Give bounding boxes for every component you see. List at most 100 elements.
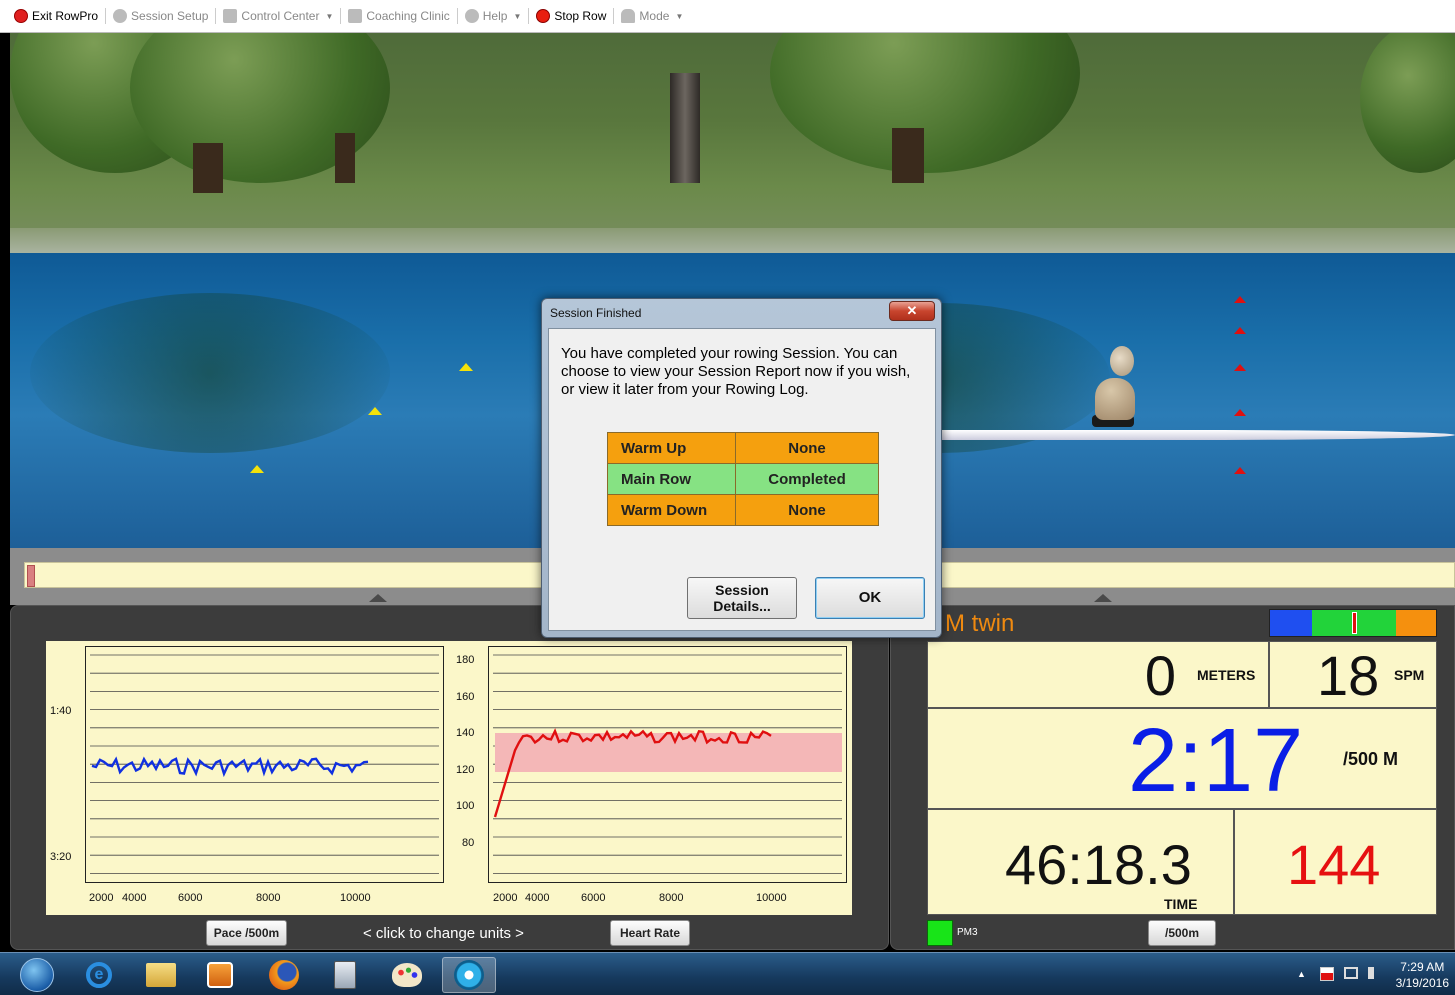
stage-name: Warm Down — [607, 494, 736, 526]
heart-rate-plot-svg — [493, 654, 842, 874]
mode-icon — [621, 9, 636, 23]
pm3-status-indicator — [927, 920, 953, 946]
show-hidden-icons-button[interactable]: ▲ — [1297, 969, 1306, 979]
boat-position-marker — [27, 565, 35, 587]
coaching-clinic-icon — [348, 9, 363, 23]
meters-unit: METERS — [1197, 667, 1256, 683]
hr-y-tick: 160 — [456, 691, 475, 703]
action-center-flag-icon[interactable] — [1320, 967, 1334, 981]
taskbar-rowpro[interactable] — [442, 957, 496, 993]
session-setup-icon — [113, 9, 128, 23]
calculator-icon — [334, 961, 356, 989]
pace-x-tick: 8000 — [256, 892, 281, 904]
pace-x-tick: 6000 — [178, 892, 203, 904]
control-center-label: Control Center — [241, 9, 320, 23]
heart-rate-plot — [488, 646, 847, 883]
dialog-body: You have completed your rowing Session. … — [548, 328, 936, 631]
monitor-units-button[interactable]: /500m — [1148, 920, 1216, 946]
stage-name: Main Row — [607, 463, 736, 495]
session-stages-table: Warm Up None Main Row Completed Warm Dow… — [607, 432, 879, 526]
control-center-button[interactable]: Control Center ▼ — [219, 5, 337, 27]
toolbar-separator — [105, 8, 107, 24]
chevron-down-icon: ▼ — [513, 11, 522, 21]
taskbar-file-explorer[interactable] — [134, 957, 188, 993]
stroke-ratio-bar — [1269, 609, 1437, 637]
toolbar-separator — [613, 8, 615, 24]
heart-rate-cell: 144 — [1234, 809, 1437, 915]
spm-unit: SPM — [1394, 667, 1425, 683]
stop-row-button[interactable]: Stop Row — [532, 5, 610, 27]
lane-buoy — [1234, 467, 1246, 474]
collapse-graphs-arrow-icon[interactable] — [369, 594, 387, 602]
taskbar-calculator[interactable] — [318, 957, 372, 993]
pm3-label: PM3 — [957, 927, 978, 938]
hr-y-tick: 180 — [456, 654, 475, 666]
pace-unit: /500 M — [1343, 749, 1399, 769]
media-player-icon — [207, 962, 233, 988]
main-toolbar: Exit RowPro Session Setup Control Center… — [0, 0, 1455, 33]
windows-logo-icon — [20, 958, 54, 992]
pace-x-tick: 10000 — [340, 892, 371, 904]
change-units-hint[interactable]: < click to change units > — [363, 925, 524, 942]
rowpro-icon — [454, 960, 484, 990]
system-clock[interactable]: 7:29 AM 3/19/2016 — [1396, 959, 1449, 991]
lane-buoy — [1234, 327, 1246, 334]
network-icon[interactable] — [1344, 967, 1358, 979]
help-label: Help — [482, 9, 508, 23]
hr-x-tick: 10000 — [756, 892, 787, 904]
pace-x-tick: 4000 — [122, 892, 147, 904]
rowing-shell — [940, 430, 1455, 440]
volume-icon[interactable] — [1368, 967, 1382, 979]
stage-status: None — [735, 432, 879, 464]
heart-rate-button[interactable]: Heart Rate — [610, 920, 690, 946]
taskbar-media-player[interactable] — [193, 957, 247, 993]
meters-cell: 0 METERS — [927, 641, 1269, 708]
collapse-monitor-arrow-icon[interactable] — [1094, 594, 1112, 602]
stage-status: Completed — [735, 463, 879, 495]
stage-status: None — [735, 494, 879, 526]
coaching-clinic-button[interactable]: Coaching Clinic — [344, 5, 453, 27]
hr-x-tick: 8000 — [659, 892, 684, 904]
time-unit: TIME — [1164, 896, 1198, 912]
pace-units-button[interactable]: Pace /500m — [206, 920, 287, 946]
stroke-ratio-indicator — [1352, 612, 1357, 634]
lane-buoy — [1234, 364, 1246, 371]
hr-x-tick: 2000 — [493, 892, 518, 904]
session-setup-label: Session Setup — [131, 9, 209, 23]
hr-y-tick: 140 — [456, 727, 475, 739]
session-finished-dialog: Session Finished ✕ You have completed yo… — [541, 298, 942, 638]
toolbar-separator — [456, 8, 458, 24]
dialog-title: Session Finished — [550, 306, 642, 320]
tree-trunk — [335, 133, 355, 183]
dialog-close-button[interactable]: ✕ — [889, 301, 935, 321]
dialog-message: You have completed your rowing Session. … — [561, 345, 911, 398]
clock-date: 3/19/2016 — [1395, 976, 1449, 990]
hr-x-tick: 4000 — [525, 892, 550, 904]
taskbar-paint[interactable] — [380, 957, 434, 993]
taskbar-firefox[interactable] — [257, 957, 311, 993]
mode-button[interactable]: Mode ▼ — [617, 5, 687, 27]
ok-button[interactable]: OK — [815, 577, 925, 619]
hr-y-tick: 120 — [456, 764, 475, 776]
taskbar-internet-explorer[interactable]: e — [72, 957, 126, 993]
session-details-button[interactable]: Session Details... — [687, 577, 797, 619]
help-button[interactable]: Help ▼ — [461, 5, 526, 27]
pace-plot — [85, 646, 444, 883]
session-setup-button[interactable]: Session Setup — [109, 5, 212, 27]
coaching-clinic-label: Coaching Clinic — [366, 9, 450, 23]
lane-buoy — [459, 363, 473, 371]
close-icon: ✕ — [906, 303, 918, 318]
stroke-ratio-segment — [1270, 610, 1312, 636]
control-center-icon — [223, 9, 238, 23]
exit-rowpro-button[interactable]: Exit RowPro — [10, 5, 102, 27]
tree-trunk — [193, 143, 223, 193]
help-icon — [464, 9, 479, 23]
hr-x-tick: 6000 — [581, 892, 606, 904]
internet-explorer-icon: e — [86, 962, 112, 988]
start-button[interactable] — [10, 957, 64, 993]
mode-label: Mode — [639, 9, 670, 23]
stop-icon — [536, 9, 551, 23]
lane-buoy — [250, 465, 264, 473]
table-row: Warm Up None — [607, 432, 879, 464]
meters-value: 0 — [1144, 644, 1176, 707]
